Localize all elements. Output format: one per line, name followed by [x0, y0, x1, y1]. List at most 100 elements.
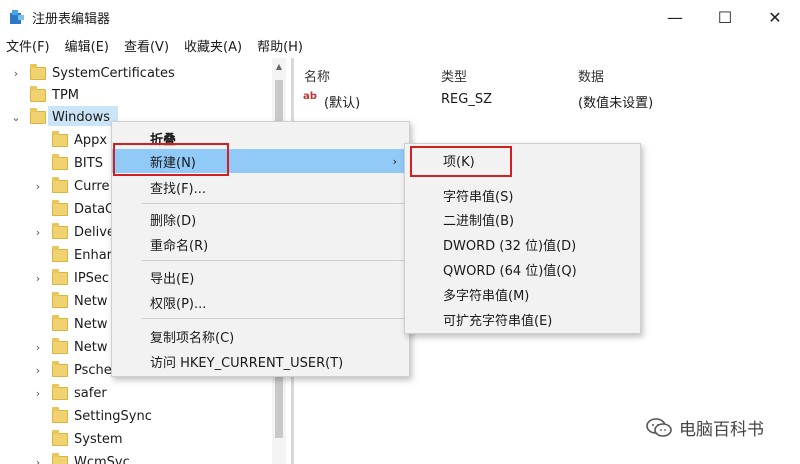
folder-icon — [52, 291, 68, 308]
value-type: REG_SZ — [441, 92, 492, 107]
tree-item-label: Netw — [74, 316, 108, 332]
tree-item[interactable]: BITS — [52, 152, 103, 174]
menu-item-copy-key-name[interactable]: 复制项名称(C) — [112, 324, 409, 348]
tree-item[interactable]: › Netw — [36, 336, 108, 358]
tree-item[interactable]: System — [52, 428, 122, 450]
tree-item[interactable]: SettingSync — [52, 405, 152, 427]
scroll-up-arrow-icon[interactable]: ▲ — [272, 62, 286, 76]
menu-item-find[interactable]: 查找(F)... — [112, 175, 409, 199]
close-button[interactable]: ✕ — [750, 0, 800, 34]
folder-icon — [52, 153, 68, 170]
tree-item-label: Psche — [74, 362, 112, 378]
folder-icon — [52, 268, 68, 285]
folder-icon — [52, 314, 68, 331]
chevron-right-icon[interactable]: › — [32, 364, 44, 377]
value-data: (数值未设置) — [578, 96, 654, 111]
menu-bar: 文件(F) 编辑(E) 查看(V) 收藏夹(A) 帮助(H) — [0, 34, 800, 56]
menu-edit[interactable]: 编辑(E) — [65, 36, 109, 55]
menu-separator — [142, 203, 404, 204]
tree-item[interactable]: › WcmSvc — [36, 451, 130, 464]
string-value-icon: ab — [303, 91, 317, 102]
submenu-item-expandable-string-value[interactable]: 可扩充字符串值(E) — [405, 307, 640, 331]
column-header-data[interactable]: 数据 — [578, 66, 604, 85]
submenu-item-label: QWORD (64 位)值(Q) — [443, 263, 577, 279]
tree-item[interactable]: Netw — [52, 313, 107, 335]
tree-item-label: Enhar — [74, 247, 113, 263]
tree-item[interactable]: › Curre — [36, 175, 110, 197]
submenu-item-multi-string-value[interactable]: 多字符串值(M) — [405, 282, 640, 306]
menu-item-label: 查找(F)... — [150, 181, 207, 197]
tree-item-label: SystemCertificates — [52, 65, 175, 81]
submenu-item-binary-value[interactable]: 二进制值(B) — [405, 207, 640, 231]
tree-item-label: WcmSvc — [74, 454, 130, 464]
tree-item[interactable]: TPM — [30, 84, 79, 106]
tree-item[interactable]: Netw — [52, 290, 107, 312]
tree-item-label: IPSec — [74, 270, 110, 286]
tree-item-label: System — [74, 431, 123, 447]
minimize-button[interactable]: — — [650, 0, 700, 34]
tree-item[interactable]: Enhar — [52, 244, 112, 266]
tree-item-label: safer — [74, 385, 107, 401]
tree-item-label: Netw — [74, 339, 108, 355]
chevron-right-icon[interactable]: › — [32, 272, 44, 285]
wechat-icon — [646, 417, 672, 437]
tree-item-label: Windows — [52, 109, 111, 125]
menu-item-goto-hkcu[interactable]: 访问 HKEY_CURRENT_USER(T) — [112, 349, 409, 373]
folder-icon — [52, 176, 68, 193]
menu-item-permissions[interactable]: 权限(P)... — [112, 290, 409, 314]
maximize-button[interactable]: ☐ — [700, 0, 750, 34]
tree-item[interactable]: › Delive — [36, 221, 115, 243]
menu-item-label: 访问 HKEY_CURRENT_USER(T) — [150, 355, 344, 371]
chevron-right-icon[interactable]: › — [32, 456, 44, 464]
menu-item-label: 删除(D) — [150, 213, 197, 229]
menu-item-export[interactable]: 导出(E) — [112, 265, 409, 289]
chevron-right-icon[interactable]: › — [10, 67, 22, 80]
menu-separator — [142, 318, 404, 319]
chevron-right-icon[interactable]: › — [32, 341, 44, 354]
submenu-item-label: 多字符串值(M) — [443, 288, 530, 304]
submenu-item-dword-value[interactable]: DWORD (32 位)值(D) — [405, 232, 640, 256]
callout-highlight-new — [113, 143, 229, 176]
tree-item[interactable]: › IPSec — [36, 267, 110, 289]
folder-icon — [52, 406, 68, 423]
tree-item[interactable]: ⌄ Windows — [11, 106, 111, 128]
submenu-item-label: DWORD (32 位)值(D) — [443, 238, 577, 254]
menu-item-rename[interactable]: 重命名(R) — [112, 232, 409, 256]
tree-item[interactable]: Appx — [52, 129, 107, 151]
tree-item[interactable]: › safer — [36, 382, 107, 404]
folder-icon — [52, 130, 68, 147]
value-name[interactable]: (默认) — [324, 92, 360, 111]
watermark: 电脑百科书 — [645, 415, 764, 440]
folder-icon — [52, 360, 68, 377]
column-header-type[interactable]: 类型 — [441, 66, 467, 85]
tree-item[interactable]: › Psche — [36, 359, 112, 381]
registry-editor-icon — [10, 10, 24, 24]
menu-favorites[interactable]: 收藏夹(A) — [184, 36, 242, 55]
menu-view[interactable]: 查看(V) — [124, 36, 169, 55]
chevron-right-icon[interactable]: › — [32, 226, 44, 239]
folder-icon — [30, 85, 46, 102]
tree-item-label: SettingSync — [74, 408, 152, 424]
folder-icon — [52, 199, 68, 216]
chevron-right-icon[interactable]: › — [32, 387, 44, 400]
menu-item-label: 导出(E) — [150, 271, 195, 287]
menu-help[interactable]: 帮助(H) — [257, 36, 303, 55]
chevron-right-icon[interactable]: › — [32, 180, 44, 193]
folder-icon — [30, 63, 46, 80]
submenu-item-qword-value[interactable]: QWORD (64 位)值(Q) — [405, 257, 640, 281]
submenu-item-label: 字符串值(S) — [443, 189, 514, 205]
tree-item-label: Curre — [74, 178, 110, 194]
submenu-item-label: 可扩充字符串值(E) — [443, 313, 553, 329]
tree-item-label: DataC — [74, 201, 115, 217]
menu-item-label: 重命名(R) — [150, 238, 209, 254]
column-header-name[interactable]: 名称 — [304, 66, 330, 85]
tree-item[interactable]: › SystemCertificates — [14, 62, 175, 84]
menu-item-delete[interactable]: 删除(D) — [112, 207, 409, 231]
watermark-text: 电脑百科书 — [679, 420, 764, 440]
menu-file[interactable]: 文件(F) — [6, 36, 50, 55]
submenu-item-string-value[interactable]: 字符串值(S) — [405, 183, 640, 207]
folder-icon — [52, 452, 68, 464]
chevron-down-icon[interactable]: ⌄ — [10, 111, 22, 124]
folder-icon — [52, 383, 68, 400]
tree-item[interactable]: DataC — [52, 198, 114, 220]
